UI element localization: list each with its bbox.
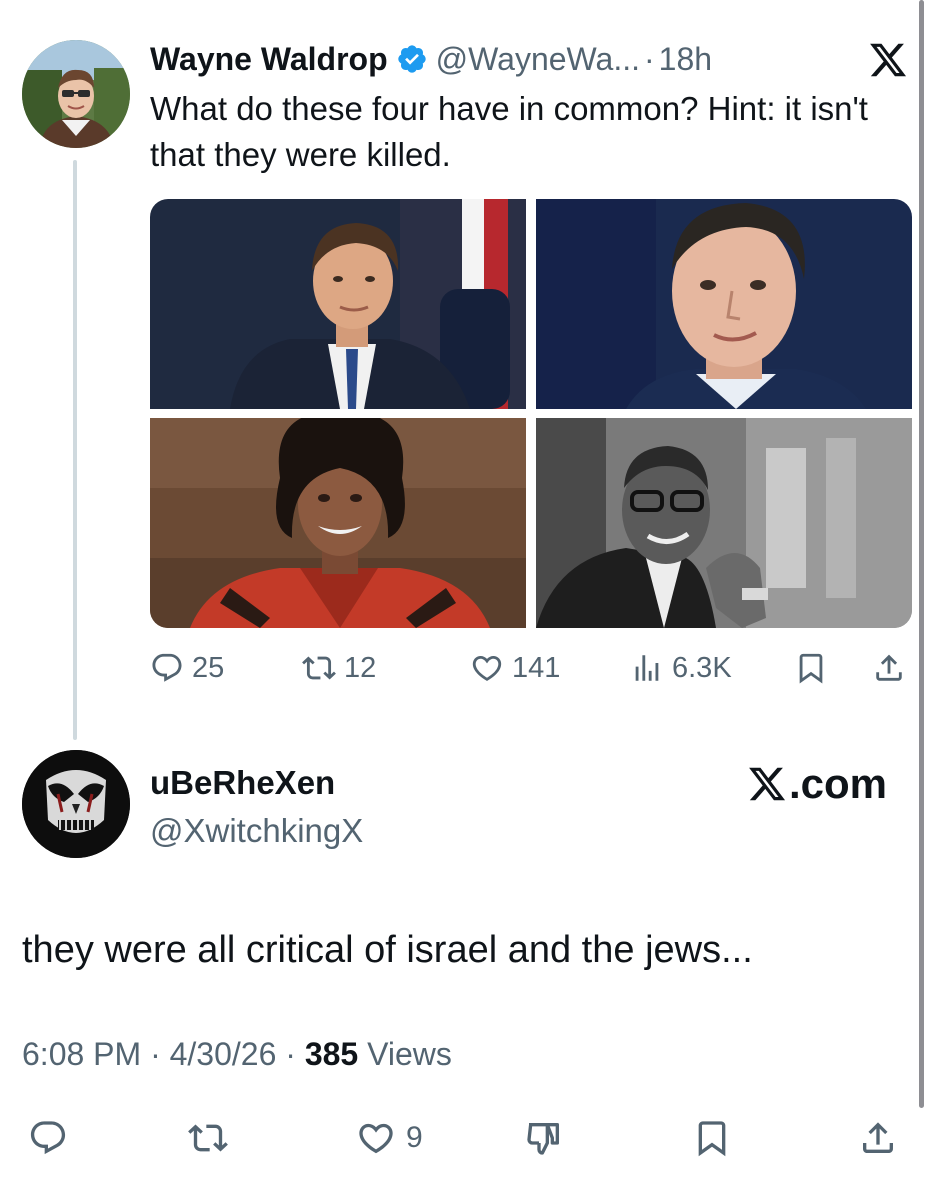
media-photo-4[interactable] bbox=[536, 418, 912, 628]
x-logo-icon bbox=[866, 40, 910, 80]
dislike-icon bbox=[524, 1118, 564, 1158]
quoted-author-handle[interactable]: @WayneWa... bbox=[436, 41, 640, 78]
bookmark-icon bbox=[692, 1118, 732, 1158]
dislike-button[interactable] bbox=[524, 1110, 564, 1166]
quoted-repost-button[interactable]: 12 bbox=[302, 642, 376, 694]
heart-icon bbox=[356, 1118, 396, 1158]
thread-connector-line bbox=[73, 160, 77, 740]
scrollbar[interactable] bbox=[919, 0, 924, 1108]
reply-actions: 9 bbox=[0, 1110, 933, 1166]
quoted-author-avatar[interactable] bbox=[22, 40, 130, 148]
repost-button[interactable] bbox=[188, 1110, 228, 1166]
reply-button[interactable] bbox=[28, 1110, 68, 1166]
quoted-share-button[interactable] bbox=[872, 642, 906, 694]
reply-author-avatar[interactable] bbox=[22, 750, 130, 858]
header-separator: · bbox=[644, 40, 655, 77]
meta-separator: · bbox=[150, 1036, 161, 1072]
heart-icon bbox=[470, 651, 504, 685]
quoted-media-grid[interactable] bbox=[150, 199, 912, 628]
quoted-tweet-text: What do these four have in common? Hint:… bbox=[150, 90, 868, 173]
reply-views-label: Views bbox=[367, 1036, 452, 1072]
reply-metadata: 6:08 PM · 4/30/26 · 385 Views bbox=[22, 1036, 452, 1073]
reply-text: they were all critical of israel and the… bbox=[22, 929, 753, 971]
brand-domain-label: .com bbox=[788, 760, 887, 807]
share-button[interactable] bbox=[858, 1110, 898, 1166]
quoted-author-name[interactable]: Wayne Waldrop bbox=[150, 41, 388, 78]
quoted-tweet-header: Wayne Waldrop @WayneWa... · 18h bbox=[150, 36, 712, 82]
media-photo-3[interactable] bbox=[150, 418, 526, 628]
reply-views-count: 385 bbox=[304, 1036, 359, 1072]
views-chart-icon bbox=[630, 651, 664, 685]
repost-icon bbox=[188, 1118, 228, 1158]
share-icon bbox=[872, 651, 906, 685]
reply-like-count: 9 bbox=[406, 1121, 423, 1154]
reply-time[interactable]: 6:08 PM bbox=[22, 1036, 141, 1072]
reply-icon bbox=[28, 1118, 68, 1158]
like-button[interactable]: 9 bbox=[356, 1110, 423, 1166]
quoted-repost-count: 12 bbox=[344, 651, 377, 684]
reply-author-name[interactable]: uBeRheXen bbox=[150, 764, 335, 802]
quoted-views-count: 6.3K bbox=[672, 651, 732, 684]
quoted-views-button[interactable]: 6.3K bbox=[630, 642, 732, 694]
quoted-like-button[interactable]: 141 bbox=[470, 642, 560, 694]
x-com-brand: .com bbox=[747, 760, 887, 808]
bookmark-icon bbox=[794, 651, 828, 685]
meta-separator: · bbox=[285, 1036, 296, 1072]
reply-author-handle[interactable]: @XwitchkingX bbox=[150, 812, 363, 850]
quoted-reply-count: 25 bbox=[192, 651, 225, 684]
bookmark-button[interactable] bbox=[692, 1110, 732, 1166]
media-photo-1[interactable] bbox=[150, 199, 526, 409]
share-icon bbox=[858, 1118, 898, 1158]
reply-icon bbox=[150, 651, 184, 685]
media-photo-2[interactable] bbox=[536, 199, 912, 409]
reply-date[interactable]: 4/30/26 bbox=[170, 1036, 277, 1072]
quoted-bookmark-button[interactable] bbox=[794, 642, 828, 694]
quoted-tweet-time[interactable]: 18h bbox=[659, 41, 712, 78]
verified-badge-icon bbox=[396, 43, 428, 75]
x-logo-icon bbox=[747, 764, 789, 804]
quoted-tweet-actions: 25 12 141 6.3K bbox=[150, 642, 912, 694]
quoted-reply-button[interactable]: 25 bbox=[150, 642, 224, 694]
repost-icon bbox=[302, 651, 336, 685]
quoted-like-count: 141 bbox=[512, 651, 561, 684]
